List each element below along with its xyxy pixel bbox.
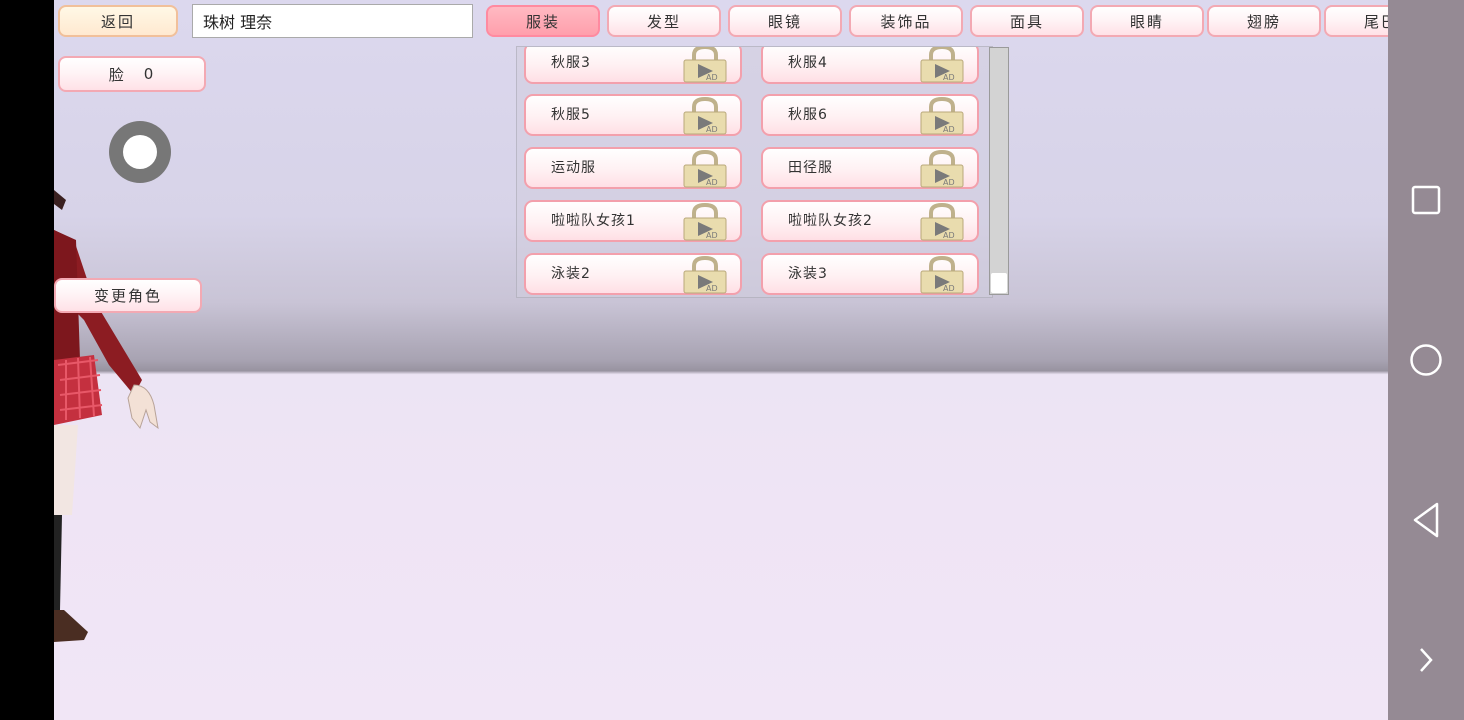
ad-lock-icon: AD <box>683 203 727 241</box>
expand-icon <box>1420 648 1433 672</box>
ad-lock-icon: AD <box>920 203 964 241</box>
outfit-list[interactable]: 秋服3 AD 秋服4 AD 秋服5 AD 秋服6 AD 运动服 AD 田径服 A… <box>516 46 993 298</box>
tab-glasses[interactable]: 眼镜 <box>728 5 842 37</box>
face-label: 脸 <box>108 65 126 84</box>
outfit-label: 运动服 <box>551 160 596 176</box>
ad-lock-icon: AD <box>683 97 727 135</box>
tab-label: 发型 <box>646 12 681 31</box>
outfit-item[interactable]: 运动服 AD <box>524 147 742 189</box>
outfit-item[interactable]: 泳装3 AD <box>761 253 979 295</box>
recent-apps-button[interactable] <box>1388 170 1464 230</box>
outfit-item[interactable]: 啦啦队女孩2 AD <box>761 200 979 242</box>
face-selector-button[interactable]: 脸 0 <box>58 56 206 92</box>
character-name-field[interactable] <box>192 4 473 38</box>
tab-label: 翅膀 <box>1246 12 1281 31</box>
outfit-item[interactable]: 啦啦队女孩1 AD <box>524 200 742 242</box>
movement-joystick[interactable] <box>109 121 171 183</box>
change-character-label: 变更角色 <box>93 287 162 305</box>
back-icon <box>1413 502 1439 538</box>
outfit-label: 秋服5 <box>551 107 591 123</box>
expand-nav-button[interactable] <box>1388 630 1464 690</box>
ad-badge: AD <box>943 125 955 134</box>
tab-clothing[interactable]: 服装 <box>486 5 600 37</box>
outfit-item[interactable]: 秋服5 AD <box>524 94 742 136</box>
face-value: 0 <box>143 65 156 83</box>
tab-label: 服装 <box>525 12 560 31</box>
outfit-item[interactable]: 秋服4 AD <box>761 47 979 84</box>
ad-lock-icon: AD <box>920 47 964 83</box>
ad-badge: AD <box>943 284 955 293</box>
ad-badge: AD <box>706 178 718 187</box>
scrollbar-thumb[interactable] <box>991 273 1007 293</box>
joystick-knob[interactable] <box>123 135 157 169</box>
back-button-label: 返回 <box>100 12 135 31</box>
back-button[interactable]: 返回 <box>58 5 178 37</box>
ad-badge: AD <box>706 231 718 240</box>
outfit-item[interactable]: 秋服6 AD <box>761 94 979 136</box>
outfit-list-scrollbar[interactable] <box>989 47 1009 295</box>
outfit-item[interactable]: 田径服 AD <box>761 147 979 189</box>
tab-label: 面具 <box>1009 12 1044 31</box>
tab-label: 眼镜 <box>767 12 802 31</box>
ad-lock-icon: AD <box>683 150 727 188</box>
ad-badge: AD <box>706 284 718 293</box>
outfit-label: 泳装2 <box>551 266 591 282</box>
ad-lock-icon: AD <box>683 47 727 83</box>
outfit-label: 秋服6 <box>788 107 828 123</box>
tab-label: 装饰品 <box>880 12 932 31</box>
outfit-label: 泳装3 <box>788 266 828 282</box>
ad-lock-icon: AD <box>920 150 964 188</box>
outfit-label: 啦啦队女孩1 <box>551 213 636 229</box>
tab-mask[interactable]: 面具 <box>970 5 1084 37</box>
ad-badge: AD <box>943 178 955 187</box>
system-navigation-bar <box>1388 0 1464 720</box>
home-icon <box>1410 344 1442 376</box>
change-character-button[interactable]: 变更角色 <box>54 278 202 313</box>
home-button[interactable] <box>1388 330 1464 390</box>
tab-eyes[interactable]: 眼睛 <box>1090 5 1204 37</box>
tab-wings[interactable]: 翅膀 <box>1207 5 1321 37</box>
recent-apps-icon <box>1411 185 1441 215</box>
ad-lock-icon: AD <box>920 97 964 135</box>
outfit-label: 田径服 <box>788 160 833 176</box>
outfit-item[interactable]: 秋服3 AD <box>524 47 742 84</box>
ad-lock-icon: AD <box>683 256 727 294</box>
ad-badge: AD <box>706 73 718 82</box>
outfit-label: 秋服4 <box>788 55 828 71</box>
ad-lock-icon: AD <box>920 256 964 294</box>
character-figure <box>54 190 159 642</box>
outfit-item[interactable]: 泳装2 AD <box>524 253 742 295</box>
outfit-label: 秋服3 <box>551 55 591 71</box>
ad-badge: AD <box>943 231 955 240</box>
ad-badge: AD <box>943 73 955 82</box>
outfit-label: 啦啦队女孩2 <box>788 213 873 229</box>
back-nav-button[interactable] <box>1388 490 1464 550</box>
ad-badge: AD <box>706 125 718 134</box>
tab-accessories[interactable]: 装饰品 <box>849 5 963 37</box>
tab-label: 眼睛 <box>1129 12 1164 31</box>
tab-hairstyle[interactable]: 发型 <box>607 5 721 37</box>
